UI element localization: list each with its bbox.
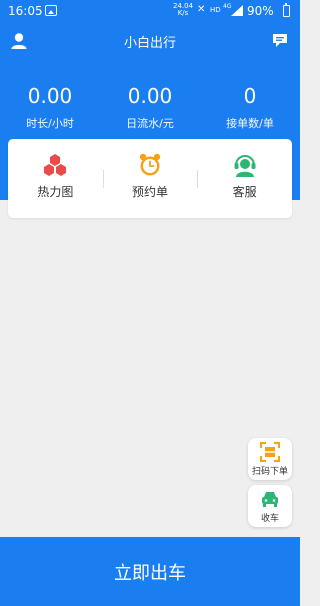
stat-label: 接单数/单 — [226, 117, 274, 130]
customer-service-button[interactable]: 客服 — [197, 139, 292, 218]
stat-daily-revenue: 0.00 日流水/元 — [100, 84, 200, 131]
go-online-label: 立即出车 — [114, 562, 186, 584]
mute-icon: ✕ — [197, 4, 206, 15]
scan-order-label: 扫码下单 — [251, 467, 288, 477]
page-title: 小白出行 — [123, 36, 176, 51]
stat-value: 0.00 — [127, 84, 173, 108]
stat-label: 时长/小时 — [26, 117, 74, 130]
stat-label: 日流水/元 — [126, 117, 174, 130]
status-time: 16:05 — [8, 4, 43, 18]
hd-badge: HD — [210, 6, 221, 14]
reservation-label: 预约单 — [132, 185, 169, 199]
reservation-button[interactable]: 预约单 — [102, 139, 198, 218]
quick-actions-card: 热力图 预约单 客服 — [8, 139, 292, 218]
scan-icon — [260, 442, 280, 462]
heatmap-label: 热力图 — [37, 185, 74, 199]
network-speed: 24.04 K/s — [173, 3, 193, 17]
status-bar: 16:05 24.04 K/s ✕ HD 4G 90% — [0, 0, 300, 22]
stat-orders: 0 接单数/单 — [200, 84, 300, 131]
alarm-clock-icon — [139, 153, 161, 176]
stop-service-label: 收车 — [260, 514, 279, 524]
stat-value: 0 — [243, 84, 257, 108]
car-icon — [262, 492, 278, 507]
network-speed-unit: K/s — [177, 9, 189, 17]
signal-icon — [231, 5, 243, 16]
battery-percent: 90% — [247, 4, 274, 18]
gallery-icon — [45, 5, 57, 16]
go-online-button[interactable]: 立即出车 — [0, 537, 300, 606]
stat-duration: 0.00 时长/小时 — [0, 84, 100, 131]
customer-service-icon — [234, 155, 256, 177]
stat-value: 0.00 — [27, 84, 73, 108]
heatmap-button[interactable]: 热力图 — [8, 139, 103, 218]
customer-service-label: 客服 — [232, 185, 257, 199]
stats-row: 0.00 时长/小时 0.00 日流水/元 0 接单数/单 — [0, 84, 300, 131]
heatmap-icon — [44, 154, 67, 176]
message-icon[interactable] — [272, 32, 288, 48]
battery-icon — [283, 3, 290, 17]
scan-order-button[interactable]: 扫码下单 — [248, 438, 292, 480]
stop-service-button[interactable]: 收车 — [248, 485, 292, 527]
